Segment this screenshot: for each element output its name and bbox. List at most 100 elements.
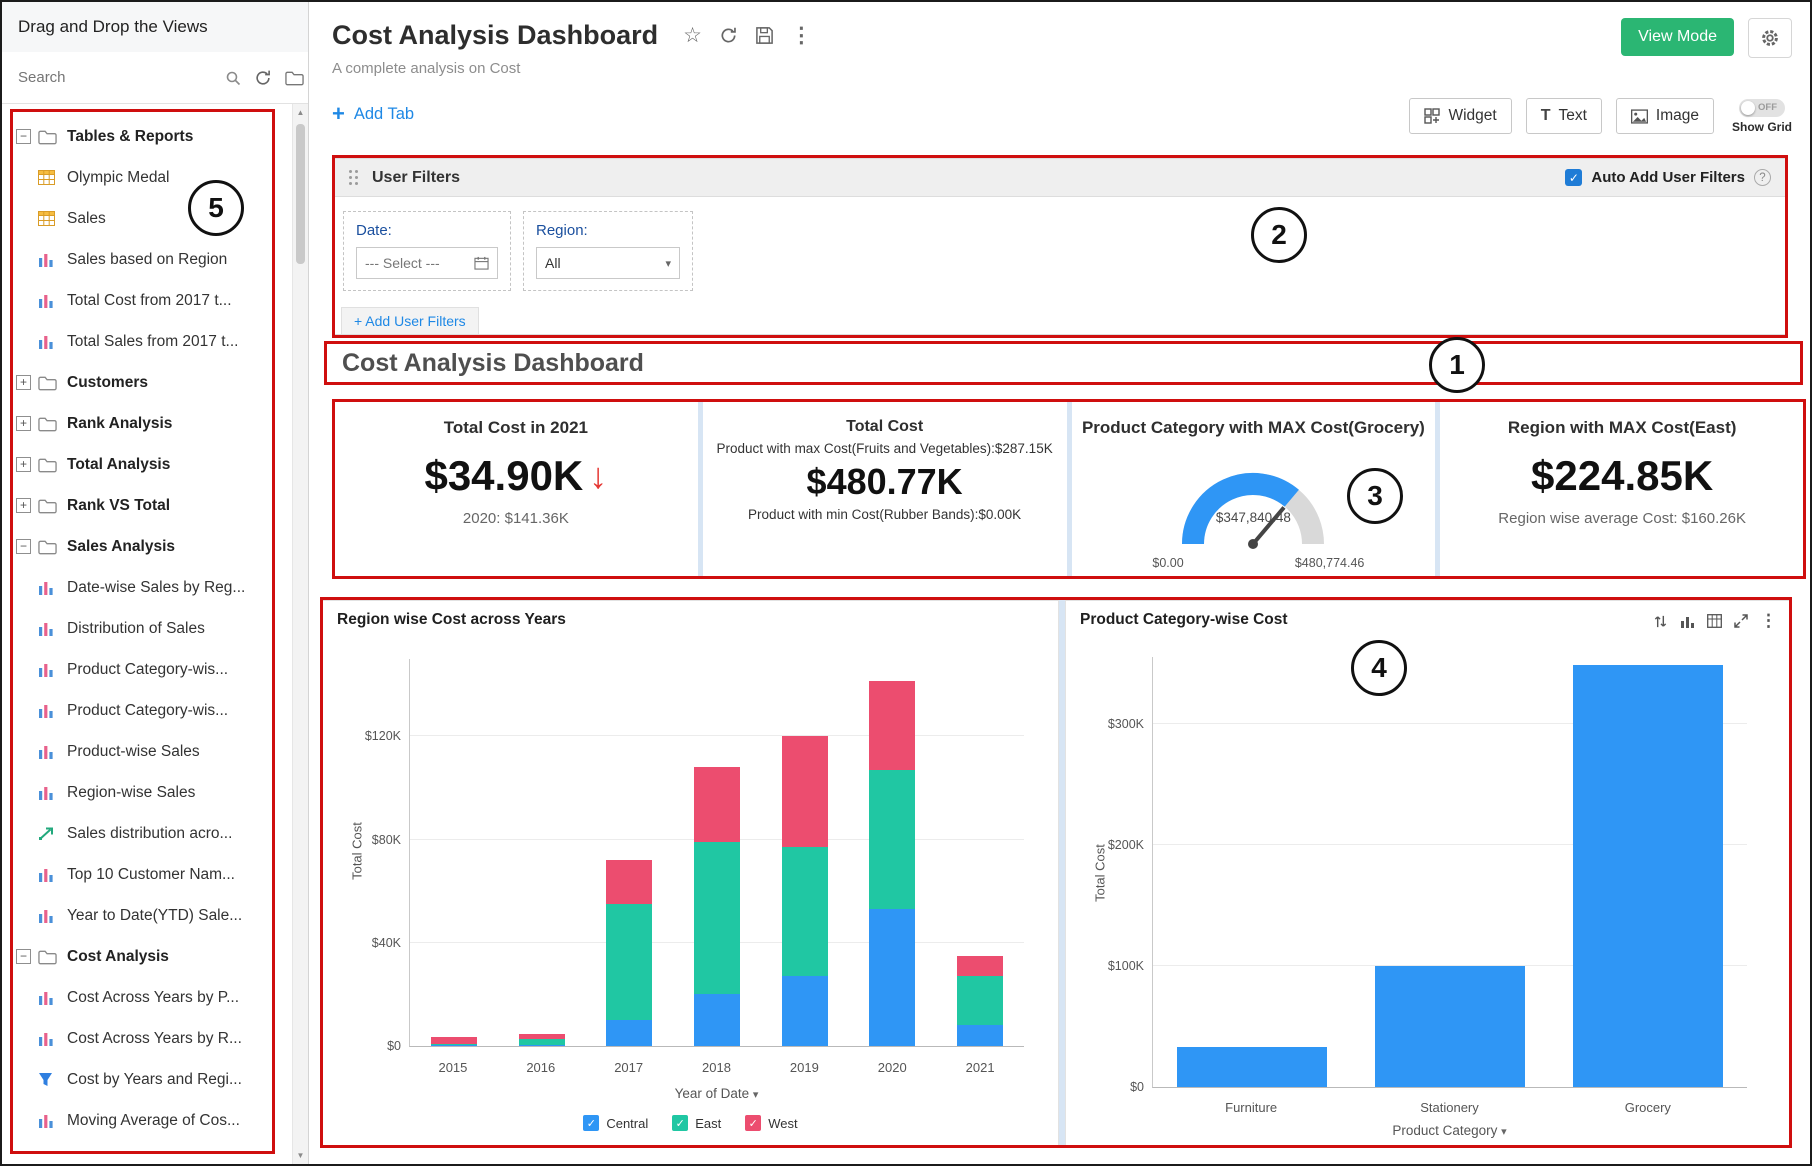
gauge-range: $0.00$480,774.46: [1152, 556, 1364, 570]
stacked-bar-2021[interactable]: [957, 956, 1003, 1046]
refresh-icon[interactable]: [719, 26, 738, 45]
tree-item[interactable]: Total Cost from 2017 t...: [2, 280, 293, 321]
segment: [1375, 966, 1525, 1087]
collapse-icon[interactable]: −: [16, 539, 31, 554]
grid-toggle-pill[interactable]: OFF: [1739, 99, 1785, 117]
kpi-number: $34.90K: [424, 452, 583, 500]
kpi-footer: 2020: $141.36K: [334, 510, 698, 527]
widget-button[interactable]: Widget: [1409, 98, 1511, 134]
stacked-bar-2019[interactable]: [782, 736, 828, 1046]
expand-icon[interactable]: +: [16, 498, 31, 513]
favorite-star-icon[interactable]: ☆: [683, 23, 702, 48]
auto-add-filters-checkbox[interactable]: ✓: [1565, 169, 1582, 186]
segment: [1573, 665, 1723, 1087]
bar-furniture[interactable]: [1177, 1047, 1327, 1087]
tree-item-label: Sales Analysis: [67, 538, 175, 556]
legend-item-central[interactable]: ✓ Central: [583, 1115, 648, 1131]
tree-item[interactable]: Date-wise Sales by Reg...: [2, 567, 293, 608]
stacked-bar-plot: $0$40K$80K$120K: [409, 659, 1024, 1047]
chevron-down-icon: ▾: [753, 1089, 759, 1101]
search-input[interactable]: [16, 68, 219, 87]
tree-folder[interactable]: + Rank Analysis: [2, 403, 293, 444]
region-filter-select[interactable]: All ▾: [536, 247, 680, 279]
sort-icon[interactable]: [1653, 614, 1668, 629]
expand-icon[interactable]: [1734, 614, 1748, 628]
date-filter-box: Date: --- Select ---: [343, 211, 511, 291]
kpi-card[interactable]: Total CostProduct with max Cost(Fruits a…: [703, 402, 1067, 576]
tree-folder[interactable]: +Rank VS Total: [2, 485, 293, 526]
scrollbar-thumb[interactable]: [296, 124, 305, 264]
tree-item[interactable]: Top 10 Customer Nam...: [2, 854, 293, 895]
search-box[interactable]: [16, 68, 241, 87]
view-mode-button[interactable]: View Mode: [1621, 18, 1734, 56]
legend-item-west[interactable]: ✓West: [745, 1115, 797, 1131]
legend-checkbox[interactable]: ✓: [583, 1115, 599, 1131]
stacked-bar-2018[interactable]: [694, 767, 740, 1046]
x-tick-label: 2021: [936, 1060, 1024, 1075]
expand-icon[interactable]: +: [16, 416, 31, 431]
kpi-card[interactable]: Region with MAX Cost(East)$224.85KRegion…: [1440, 402, 1804, 576]
tree-item[interactable]: Cost Across Years by P...: [2, 977, 293, 1018]
tree-item[interactable]: Cost Across Years by R...: [2, 1018, 293, 1059]
tree-item[interactable]: Cost by Years and Regi...: [2, 1059, 293, 1100]
bar-grocery[interactable]: [1573, 665, 1723, 1087]
help-icon[interactable]: ?: [1754, 169, 1771, 186]
collapse-icon[interactable]: −: [16, 129, 31, 144]
stacked-bar-2015[interactable]: [431, 1037, 477, 1046]
tree-item[interactable]: Moving Average of Cos...: [2, 1100, 293, 1141]
view-data-icon[interactable]: [1707, 614, 1722, 628]
tree-item[interactable]: Sales based on Region: [2, 239, 293, 280]
expand-icon[interactable]: +: [16, 375, 31, 390]
expand-icon[interactable]: +: [16, 457, 31, 472]
sidebar-scrollbar[interactable]: ▲ ▼: [292, 104, 308, 1164]
stacked-bar-2020[interactable]: [869, 681, 915, 1046]
folder-browse-icon[interactable]: [285, 70, 304, 86]
view-tree: −Tables & ReportsOlympic MedalSalesSales…: [2, 104, 293, 1164]
date-filter-select[interactable]: --- Select ---: [356, 247, 498, 279]
tree-item[interactable]: Sales: [2, 198, 293, 239]
x-axis-label[interactable]: Year of Date ▾: [409, 1086, 1024, 1101]
legend-label: Central: [606, 1116, 648, 1131]
tree-folder[interactable]: +Total Analysis: [2, 444, 293, 485]
legend-checkbox[interactable]: ✓: [745, 1115, 761, 1131]
tree-item-label: Rank Analysis: [67, 415, 172, 433]
tree-item[interactable]: Product Category-wis...: [2, 649, 293, 690]
stacked-bar-2016[interactable]: [519, 1034, 565, 1046]
y-tick-label: $300K: [1108, 717, 1144, 731]
image-button[interactable]: Image: [1616, 98, 1714, 134]
legend-item-east[interactable]: ✓East: [672, 1115, 721, 1131]
tree-folder[interactable]: −Tables & Reports: [2, 116, 293, 157]
scroll-down-icon[interactable]: ▼: [293, 1151, 308, 1160]
x-axis-label[interactable]: Product Category ▾: [1152, 1123, 1747, 1138]
bar-stationery[interactable]: [1375, 966, 1525, 1087]
settings-button[interactable]: [1748, 18, 1792, 58]
collapse-icon[interactable]: −: [16, 949, 31, 964]
save-icon[interactable]: [755, 26, 774, 45]
tree-folder[interactable]: −Cost Analysis: [2, 936, 293, 977]
chart-more-options-icon[interactable]: ⋮: [1760, 611, 1777, 631]
add-tab-button[interactable]: + Add Tab: [332, 104, 414, 124]
refresh-views-icon[interactable]: [254, 69, 272, 87]
add-user-filters-link[interactable]: + Add User Filters: [341, 307, 479, 334]
tree-item[interactable]: Year to Date(YTD) Sale...: [2, 895, 293, 936]
tree-folder[interactable]: − Sales Analysis: [2, 526, 293, 567]
tree-item[interactable]: Total Sales from 2017 t...: [2, 321, 293, 362]
tree-item[interactable]: Distribution of Sales: [2, 608, 293, 649]
stacked-bar-2017[interactable]: [606, 860, 652, 1046]
tree-item[interactable]: Olympic Medal: [2, 157, 293, 198]
more-options-icon[interactable]: ⋮: [791, 23, 812, 48]
legend-checkbox[interactable]: ✓: [672, 1115, 688, 1131]
show-grid-toggle[interactable]: OFF Show Grid: [1732, 99, 1792, 134]
tree-item[interactable]: Product-wise Sales: [2, 731, 293, 772]
tree-item-label: Product Category-wis...: [67, 661, 228, 679]
tree-item[interactable]: Product Category-wis...: [2, 690, 293, 731]
scroll-up-icon[interactable]: ▲: [293, 108, 308, 117]
tree-item[interactable]: Region-wise Sales: [2, 772, 293, 813]
drag-handle-icon[interactable]: [349, 170, 352, 173]
chart-type-icon[interactable]: [1680, 614, 1695, 628]
kpi-card[interactable]: Total Cost in 2021$34.90K↓2020: $141.36K: [334, 402, 698, 576]
text-button[interactable]: T Text: [1526, 98, 1602, 134]
tree-folder[interactable]: +Customers: [2, 362, 293, 403]
tree-item[interactable]: Sales distribution acro...: [2, 813, 293, 854]
plus-icon: +: [332, 104, 345, 124]
